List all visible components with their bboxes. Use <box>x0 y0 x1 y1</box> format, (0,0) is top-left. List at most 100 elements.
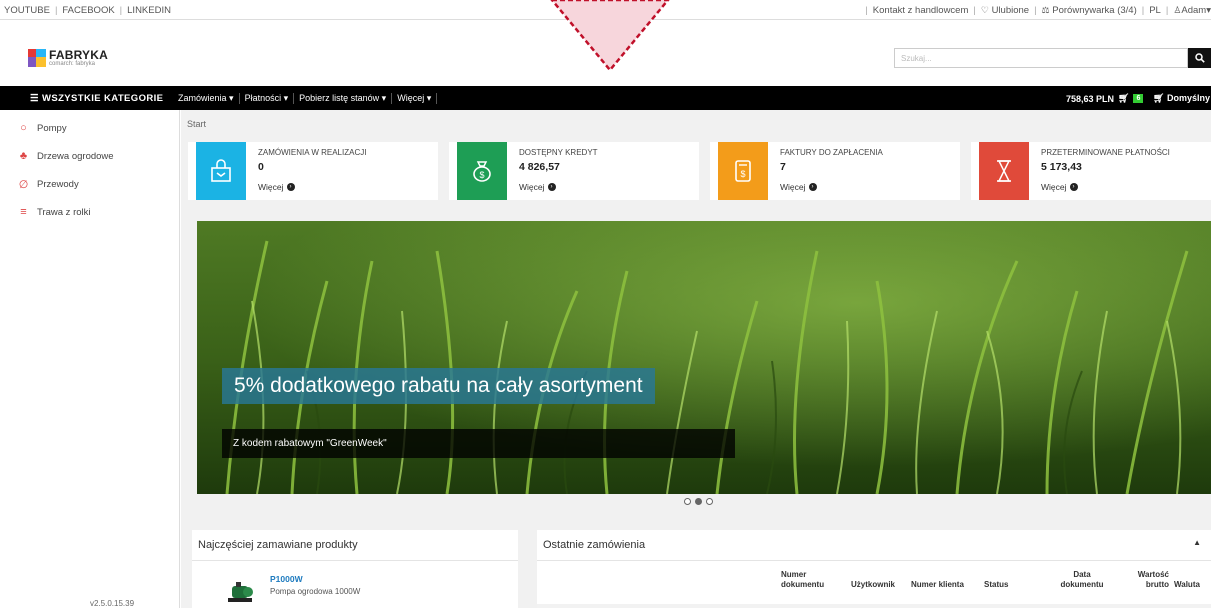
nav-item-more[interactable]: Więcej ▾ <box>392 93 438 104</box>
arrow-right-icon: › <box>808 183 817 191</box>
drop-icon: ○ <box>20 122 27 134</box>
contact-link[interactable]: Kontakt z handlowcem <box>873 5 969 16</box>
default-cart-label: Domyślny <box>1166 93 1210 103</box>
tile-value: 7 <box>780 161 786 173</box>
nav-item-stock-list[interactable]: Pobierz listę stanów ▾ <box>294 93 393 104</box>
sidebar-item-trees[interactable]: ♣ Drzewa ogrodowe <box>0 142 179 170</box>
cart-total: 758,63 PLN <box>1066 93 1115 104</box>
default-cart-button[interactable]: 🛒︎ Domyślny <box>1153 93 1210 104</box>
tile-more-link[interactable]: Więcej › <box>780 182 817 192</box>
svg-text:$: $ <box>740 169 745 179</box>
tile-more-label: Więcej <box>1041 182 1067 192</box>
logo-mark-icon <box>28 49 46 67</box>
separator: | <box>1165 5 1169 16</box>
user-menu[interactable]: ♙Adam▾ <box>1173 5 1211 16</box>
arrow-right-icon: › <box>547 183 556 191</box>
all-categories-button[interactable]: ☰ WSZYSTKIE KATEGORIE <box>30 93 163 104</box>
tile-more-label: Więcej <box>780 182 806 192</box>
nav-item-payments[interactable]: Płatności ▾ <box>240 93 295 104</box>
nav-menu: Zamówienia ▾ Płatności ▾ Pobierz listę s… <box>178 93 438 104</box>
tile-orders-in-progress[interactable]: ZAMÓWIENIA W REALIZACJI 0 Więcej › <box>188 142 438 200</box>
account-links: | Kontakt z handlowcem | ♡ Ulubione | ⚖ … <box>865 5 1211 16</box>
column-header-document-date[interactable]: Data dokumentu <box>1057 570 1107 590</box>
hourglass-icon <box>979 142 1029 200</box>
separator: | <box>54 5 58 16</box>
panel-title: Najczęściej zamawiane produkty <box>198 539 358 551</box>
cart-icon: 🛒︎ <box>1118 93 1130 103</box>
tile-invoices-to-pay[interactable]: $ FAKTURY DO ZAPŁACENIA 7 Więcej › <box>710 142 960 200</box>
favorites-label: Ulubione <box>991 5 1030 16</box>
grass-icon: ≡ <box>20 206 27 218</box>
shopping-bag-icon <box>196 142 246 200</box>
carousel-dot[interactable] <box>684 498 691 505</box>
cart-icon: 🛒︎ <box>1153 93 1165 103</box>
category-sidebar: ○ Pompy ♣ Drzewa ogrodowe ∅ Przewody ≡ T… <box>0 110 180 608</box>
divider <box>537 560 1211 561</box>
cart-count-badge: 6 <box>1133 94 1144 103</box>
tile-available-credit[interactable]: $ DOSTĘPNY KREDYT 4 826,57 Więcej › <box>449 142 699 200</box>
compare-link[interactable]: ⚖ Porównywarka (3/4) <box>1042 5 1137 16</box>
social-links: YOUTUBE | FACEBOOK | LINKEDIN <box>4 5 171 16</box>
banner-subtext: Z kodem rabatowym "GreenWeek" <box>222 429 735 458</box>
language-selector[interactable]: PL <box>1149 5 1161 16</box>
cart-summary[interactable]: 758,63 PLN 🛒︎ 6 <box>1066 93 1144 104</box>
tile-value: 0 <box>258 161 264 173</box>
all-categories-label: WSZYSTKIE KATEGORIE <box>41 93 164 104</box>
breadcrumb[interactable]: Start <box>187 119 206 129</box>
tile-value: 5 173,43 <box>1041 161 1082 173</box>
column-header-document-number[interactable]: Numer dokumentu <box>781 570 831 590</box>
tile-more-link[interactable]: Więcej › <box>1041 182 1078 192</box>
banner-headline: 5% dodatkowego rabatu na cały asortyment <box>222 368 655 404</box>
logo-name: FABRYKA <box>49 48 108 62</box>
product-code-link[interactable]: P1000W <box>270 574 303 584</box>
money-bag-icon: $ <box>457 142 507 200</box>
app-version: v2.5.0.15.39 <box>90 599 135 608</box>
promo-banner[interactable]: 5% dodatkowego rabatu na cały asortyment… <box>197 221 1211 494</box>
popular-products-panel: Najczęściej zamawiane produkty P1000W Po… <box>192 530 518 608</box>
column-header-client-number[interactable]: Numer klienta <box>911 580 964 590</box>
compare-icon: ⚖ <box>1041 5 1050 15</box>
tile-overdue-payments[interactable]: PRZETERMINOWANE PŁATNOŚCI 5 173,43 Więce… <box>971 142 1211 200</box>
youtube-link[interactable]: YOUTUBE <box>4 5 50 16</box>
column-header-currency[interactable]: Waluta <box>1174 580 1200 590</box>
separator: | <box>973 5 976 16</box>
search-input[interactable]: Szukaj... <box>894 48 1188 68</box>
linkedin-link[interactable]: LINKEDIN <box>127 5 171 16</box>
nav-item-label: Pobierz listę stanów <box>299 93 380 103</box>
sidebar-item-hoses[interactable]: ∅ Przewody <box>0 170 179 198</box>
favorites-link[interactable]: ♡ Ulubione <box>981 5 1029 16</box>
column-header-gross-value[interactable]: Wartość brutto <box>1127 570 1169 590</box>
svg-text:$: $ <box>479 170 484 180</box>
tile-more-link[interactable]: Więcej › <box>519 182 556 192</box>
logo[interactable]: FABRYKA comarch: fabryka <box>28 49 108 68</box>
tile-title: DOSTĘPNY KREDYT <box>519 148 598 157</box>
tile-value: 4 826,57 <box>519 161 560 173</box>
nav-item-label: Zamówienia <box>178 93 227 103</box>
tile-title: FAKTURY DO ZAPŁACENIA <box>780 148 883 157</box>
pump-product-image <box>228 582 253 602</box>
tile-more-label: Więcej <box>519 182 545 192</box>
column-header-user[interactable]: Użytkownik <box>851 580 895 590</box>
collapse-icon[interactable]: ▲ <box>1193 538 1201 547</box>
nav-item-orders[interactable]: Zamówienia ▾ <box>178 93 240 104</box>
tree-icon: ♣ <box>19 150 28 162</box>
column-header-status[interactable]: Status <box>984 580 1008 590</box>
carousel-dot-active[interactable] <box>695 498 702 505</box>
hose-icon: ∅ <box>18 178 29 191</box>
search-button[interactable] <box>1188 48 1211 68</box>
separator: | <box>119 5 123 16</box>
user-name: Adam <box>1181 5 1207 16</box>
sidebar-item-turf[interactable]: ≡ Trawa z rolki <box>0 198 179 226</box>
panel-title: Ostatnie zamówienia <box>543 539 646 551</box>
table-row[interactable] <box>537 604 1211 608</box>
menu-icon: ☰ <box>30 93 39 104</box>
arrow-right-icon: › <box>1069 183 1078 191</box>
facebook-link[interactable]: FACEBOOK <box>62 5 114 16</box>
separator: | <box>865 5 868 16</box>
sidebar-item-pumps[interactable]: ○ Pompy <box>0 114 179 142</box>
product-name: Pompa ogrodowa 1000W <box>270 587 361 596</box>
tile-title: ZAMÓWIENIA W REALIZACJI <box>258 148 367 157</box>
tile-more-label: Więcej <box>258 182 284 192</box>
tile-more-link[interactable]: Więcej › <box>258 182 295 192</box>
carousel-dot[interactable] <box>706 498 713 505</box>
